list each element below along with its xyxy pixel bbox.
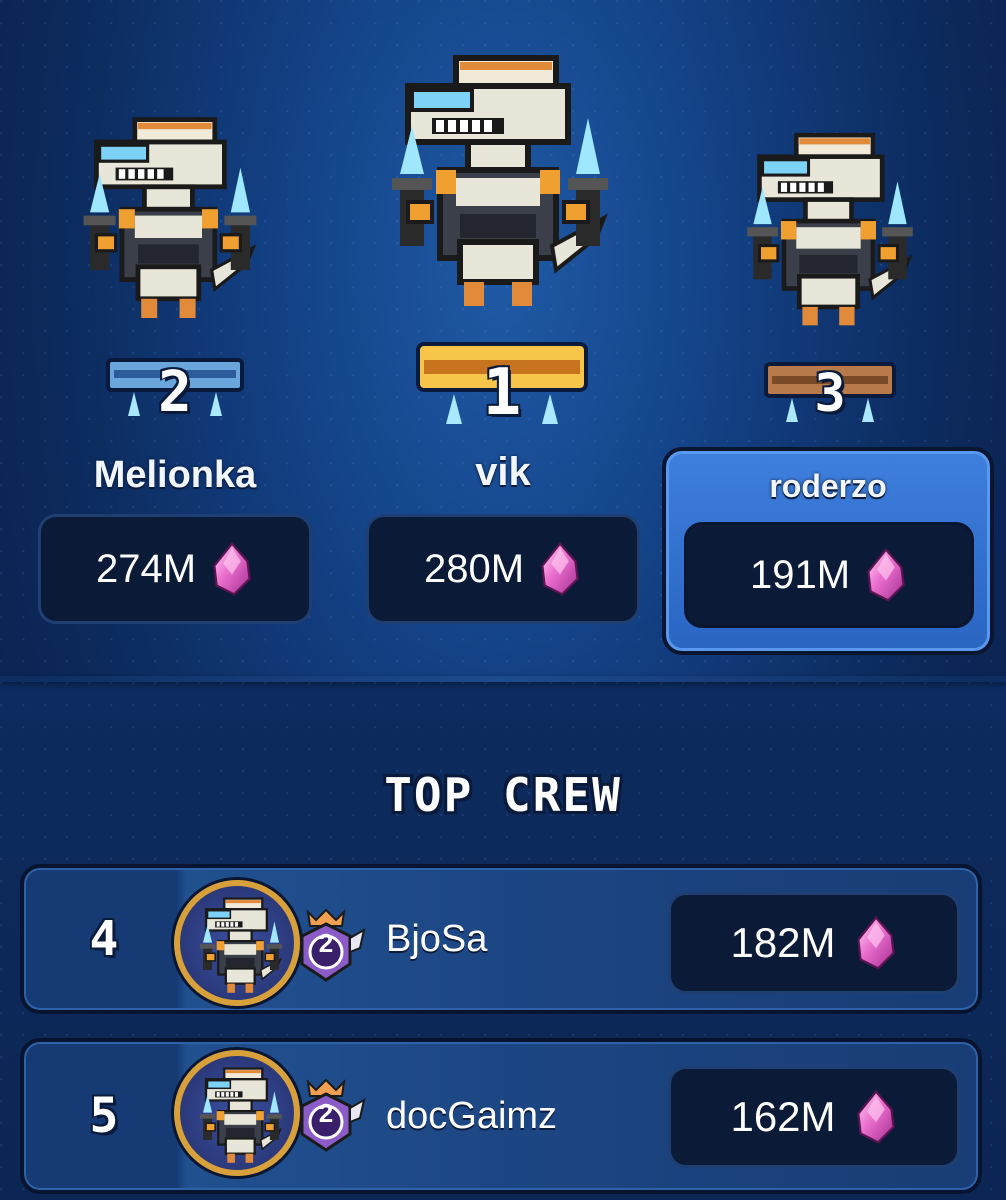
leaderboard-row[interactable]: 5 2 docGaimz 162M [20,1038,982,1194]
section-title: TOP CREW [384,768,622,822]
podium-rank-number: 2 [158,360,192,425]
row-score-value: 182M [730,919,836,966]
podium-player-name: Melionka [93,454,257,496]
dino-robot-avatar-icon [730,126,930,356]
podium-score-value: 191M [749,552,851,597]
podium-score-box: 191M [684,522,974,628]
pink-gem-icon [854,914,898,972]
section-divider [0,676,1006,682]
row-rank: 4 [89,911,119,967]
crew-rank-badge-number: 2 [318,928,334,958]
player-avatar[interactable] [174,1050,300,1176]
pink-gem-icon [864,547,908,603]
podium-rank-number: 3 [814,364,846,424]
crew-rank-badge-number: 2 [318,1098,334,1128]
podium-score-value: 274M [95,546,197,591]
dino-robot-avatar-icon [60,110,280,350]
dino-robot-avatar-icon [184,1064,298,1176]
podium-player-name: vik [475,450,531,494]
row-score-value: 162M [730,1093,836,1140]
row-score-box: 182M [668,892,960,994]
pink-gem-icon [210,541,254,597]
pink-gem-icon [854,1088,898,1146]
row-player-name: BjoSa [386,917,488,960]
dino-robot-avatar-icon [372,46,628,346]
row-score-box: 162M [668,1066,960,1168]
pink-gem-icon [538,541,582,597]
podium-score-box: 280M [366,514,640,624]
row-rank: 5 [89,1088,119,1144]
player-avatar[interactable] [174,880,300,1006]
podium-score-box: 274M [38,514,312,624]
dino-robot-avatar-icon [184,894,298,1006]
row-player-name: docGaimz [386,1094,558,1137]
leaderboard-row[interactable]: 4 2 BjoSa 182M [20,864,982,1014]
podium-score-value: 280M [423,546,525,591]
podium-player-name: roderzo [769,468,887,504]
podium-rank-number: 1 [482,356,522,430]
